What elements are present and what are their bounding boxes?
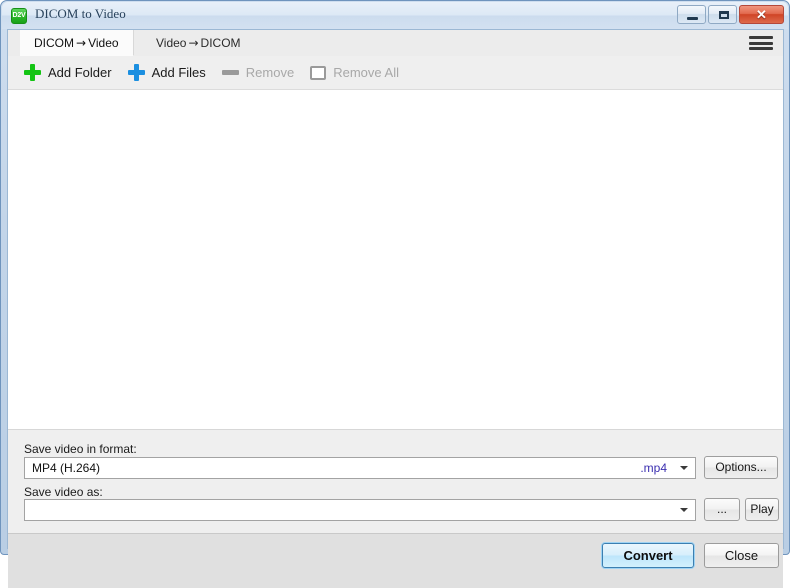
- saveas-label: Save video as:: [24, 485, 103, 499]
- close-icon: ✕: [756, 7, 767, 22]
- add-files-button[interactable]: Add Files: [127, 60, 206, 86]
- add-folder-button[interactable]: Add Folder: [24, 60, 112, 86]
- file-list[interactable]: [12, 91, 779, 427]
- dash-icon: [221, 70, 239, 75]
- add-files-label: Add Files: [151, 65, 206, 80]
- minimize-button[interactable]: [677, 5, 706, 24]
- tab-dicom-to-video-source: DICOM: [34, 36, 74, 50]
- window-controls: ✕: [677, 5, 784, 24]
- hamburger-bar: [749, 47, 773, 50]
- tab-video-to-dicom[interactable]: Video → DICOM: [142, 30, 255, 56]
- format-label: Save video in format:: [24, 442, 137, 456]
- window-title: DICOM to Video: [35, 6, 126, 21]
- format-extension: .mp4: [640, 461, 667, 475]
- square-outline-icon: [310, 65, 327, 80]
- title-bar: D2V DICOM to Video ✕: [2, 2, 788, 29]
- chevron-down-icon[interactable]: [673, 458, 695, 478]
- remove-button: Remove: [221, 60, 295, 86]
- application-window: D2V DICOM to Video ✕ DICOM → Video Video → D…: [0, 0, 790, 588]
- toolbar: Add Folder Add Files Remove Remove All: [8, 56, 783, 90]
- convert-button[interactable]: Convert: [602, 543, 694, 568]
- tab-dicom-to-video-target: Video: [88, 36, 119, 50]
- plus-icon: [24, 64, 41, 81]
- tab-video-to-dicom-target: DICOM: [200, 36, 241, 50]
- tab-dicom-to-video[interactable]: DICOM → Video: [20, 30, 134, 56]
- maximize-icon: [719, 11, 729, 19]
- maximize-button[interactable]: [708, 5, 737, 24]
- arrow-right-icon: →: [188, 36, 199, 50]
- play-button[interactable]: Play: [745, 498, 779, 521]
- hamburger-bar: [749, 41, 773, 45]
- saveas-combobox[interactable]: [24, 499, 696, 521]
- client-area: DICOM → Video Video → DICOM Add Folder Add F…: [7, 29, 784, 588]
- format-value: MP4 (H.264): [32, 461, 101, 475]
- plus-icon: [127, 64, 145, 81]
- hamburger-menu-icon[interactable]: [749, 34, 773, 52]
- format-combobox[interactable]: MP4 (H.264) .mp4: [24, 457, 696, 479]
- browse-button[interactable]: ...: [704, 498, 740, 521]
- chevron-down-icon[interactable]: [673, 500, 695, 520]
- hamburger-bar: [749, 36, 773, 39]
- tab-strip: DICOM → Video Video → DICOM: [8, 30, 783, 57]
- arrow-right-icon: →: [76, 36, 87, 50]
- options-button[interactable]: Options...: [704, 456, 778, 479]
- options-panel: Save video in format: MP4 (H.264) .mp4 O…: [8, 429, 783, 533]
- app-icon-d2v: D2V: [11, 8, 27, 24]
- tab-video-to-dicom-source: Video: [156, 36, 187, 50]
- minimize-icon: [687, 17, 698, 20]
- remove-label: Remove: [245, 65, 295, 80]
- close-button[interactable]: ✕: [739, 5, 784, 24]
- remove-all-button: Remove All: [310, 60, 399, 86]
- footer-bar: Convert Close: [8, 533, 783, 588]
- add-folder-label: Add Folder: [48, 65, 112, 80]
- close-action-button[interactable]: Close: [704, 543, 779, 568]
- remove-all-label: Remove All: [333, 65, 399, 80]
